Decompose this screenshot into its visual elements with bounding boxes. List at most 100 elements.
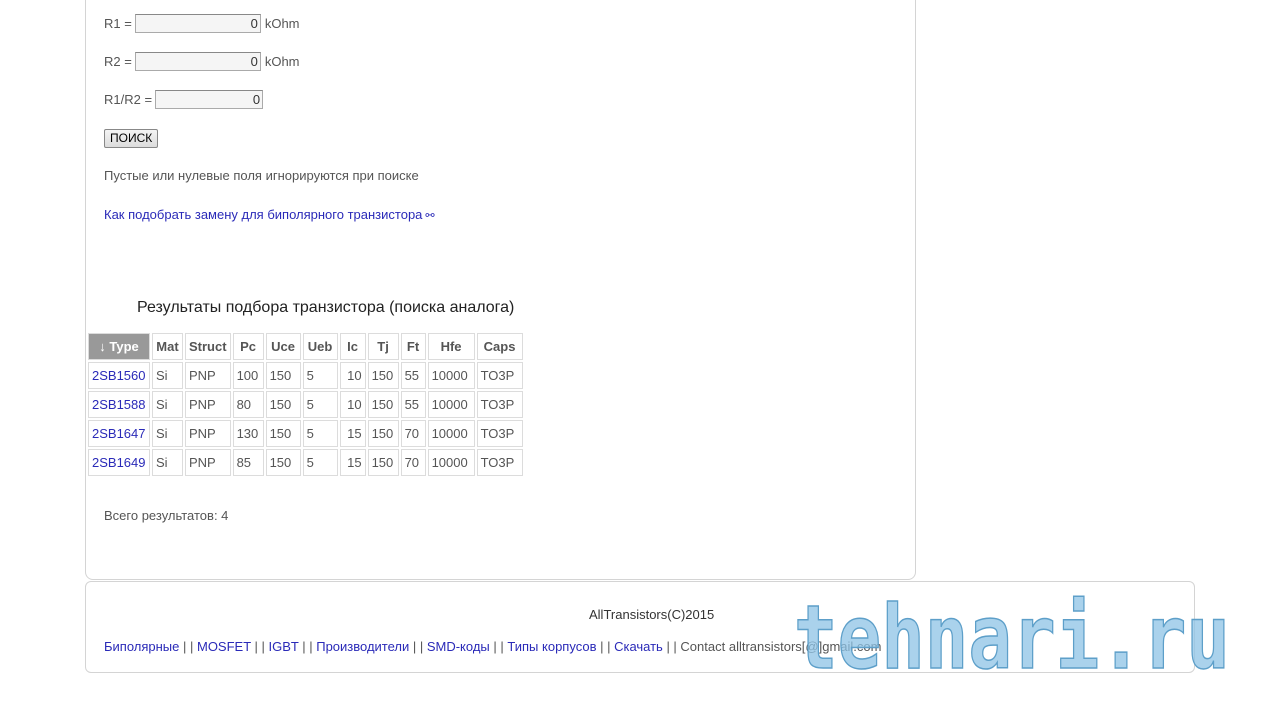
- col-header-pc[interactable]: Pc: [232, 333, 264, 360]
- r2-label: R2 =: [104, 53, 132, 69]
- table-row: 2SB1588 Si PNP 80 150 5 10 150 55 10000 …: [88, 391, 523, 418]
- cell-hfe: 10000: [427, 362, 475, 389]
- footer-link-package-types[interactable]: Типы корпусов: [507, 639, 596, 654]
- results-title: Результаты подбора транзистора (поиска а…: [137, 299, 515, 316]
- link-icon: ⚯: [425, 210, 435, 222]
- footer-separator: | |: [179, 639, 197, 654]
- cell-hfe: 10000: [427, 420, 475, 447]
- r1-row: R1 = kOhm: [104, 13, 300, 33]
- transistor-link[interactable]: 2SB1649: [92, 455, 146, 470]
- cell-struct: PNP: [185, 362, 231, 389]
- transistor-link[interactable]: 2SB1647: [92, 426, 146, 441]
- cell-tj: 150: [367, 449, 399, 476]
- r2-row: R2 = kOhm: [104, 51, 300, 71]
- cell-uce: 150: [265, 449, 301, 476]
- footer-separator: | |: [662, 639, 681, 654]
- cell-ic: 15: [339, 449, 366, 476]
- cell-mat: Si: [152, 420, 183, 447]
- footer-link-mosfet[interactable]: MOSFET: [197, 639, 251, 654]
- cell-mat: Si: [152, 449, 183, 476]
- cell-type[interactable]: 2SB1649: [88, 449, 150, 476]
- transistor-link[interactable]: 2SB1560: [92, 368, 146, 383]
- cell-caps: TO3P: [476, 362, 523, 389]
- footer-separator: | |: [298, 639, 317, 654]
- cell-uce: 150: [265, 391, 301, 418]
- col-header-ueb[interactable]: Ueb: [302, 333, 338, 360]
- cell-mat: Si: [152, 362, 183, 389]
- howto-link-text: Как подобрать замену для биполярного тра…: [104, 207, 423, 222]
- footer-separator: | |: [489, 639, 508, 654]
- cell-type[interactable]: 2SB1560: [88, 362, 150, 389]
- cell-mat: Si: [152, 391, 183, 418]
- table-row: 2SB1649 Si PNP 85 150 5 15 150 70 10000 …: [88, 449, 523, 476]
- cell-ic: 15: [339, 420, 366, 447]
- cell-type[interactable]: 2SB1647: [88, 420, 150, 447]
- footer-nav: Биполярные | | MOSFET | | IGBT | | Произ…: [104, 639, 881, 654]
- copyright: AllTransistors(C)2015: [589, 607, 715, 622]
- col-header-type[interactable]: ↓ Type: [88, 333, 150, 360]
- col-header-ft[interactable]: Ft: [400, 333, 426, 360]
- cell-caps: TO3P: [476, 420, 523, 447]
- search-button[interactable]: ПОИСК: [104, 129, 159, 148]
- cell-pc: 100: [232, 362, 264, 389]
- cell-pc: 85: [232, 449, 264, 476]
- table-row: 2SB1560 Si PNP 100 150 5 10 150 55 10000…: [88, 362, 523, 389]
- footer-link-smd-codes[interactable]: SMD-коды: [427, 639, 490, 654]
- col-header-hfe[interactable]: Hfe: [427, 333, 475, 360]
- r2-input[interactable]: [134, 51, 261, 71]
- cell-hfe: 10000: [427, 449, 475, 476]
- footer-separator: | |: [250, 639, 269, 654]
- cell-uce: 150: [265, 362, 301, 389]
- r1-input[interactable]: [134, 13, 261, 33]
- ratio-input[interactable]: [155, 89, 264, 109]
- cell-ueb: 5: [302, 391, 338, 418]
- col-header-ic[interactable]: Ic: [339, 333, 366, 360]
- col-header-caps[interactable]: Caps: [476, 333, 523, 360]
- col-header-uce[interactable]: Uce: [265, 333, 301, 360]
- watermark-text: tehnari.ru: [794, 592, 1230, 678]
- cell-pc: 80: [232, 391, 264, 418]
- footer-link-manufacturers[interactable]: Производители: [316, 639, 409, 654]
- cell-ueb: 5: [302, 362, 338, 389]
- cell-ft: 70: [400, 420, 426, 447]
- cell-ueb: 5: [302, 420, 338, 447]
- footer-link-bipolar[interactable]: Биполярные: [104, 639, 179, 654]
- transistor-link[interactable]: 2SB1588: [92, 397, 146, 412]
- cell-struct: PNP: [185, 391, 231, 418]
- r1-unit: kOhm: [264, 15, 300, 31]
- howto-link[interactable]: Как подобрать замену для биполярного тра…: [104, 207, 435, 222]
- cell-uce: 150: [265, 420, 301, 447]
- cell-caps: TO3P: [476, 391, 523, 418]
- col-header-struct[interactable]: Struct: [185, 333, 231, 360]
- col-header-tj[interactable]: Tj: [367, 333, 399, 360]
- r2-unit: kOhm: [264, 53, 300, 69]
- cell-tj: 150: [367, 391, 399, 418]
- results-table: ↓ Type Mat Struct Pc Uce Ueb Ic Tj Ft Hf…: [86, 331, 525, 478]
- cell-type[interactable]: 2SB1588: [88, 391, 150, 418]
- cell-ic: 10: [339, 362, 366, 389]
- cell-pc: 130: [232, 420, 264, 447]
- cell-tj: 150: [367, 362, 399, 389]
- ratio-label: R1/R2 =: [104, 91, 153, 107]
- cell-ft: 70: [400, 449, 426, 476]
- footer-separator: | |: [596, 639, 615, 654]
- cell-ic: 10: [339, 391, 366, 418]
- cell-tj: 150: [367, 420, 399, 447]
- cell-hfe: 10000: [427, 391, 475, 418]
- cell-struct: PNP: [185, 449, 231, 476]
- cell-caps: TO3P: [476, 449, 523, 476]
- ratio-row: R1/R2 =: [104, 89, 264, 109]
- col-header-mat[interactable]: Mat: [152, 333, 183, 360]
- table-row: 2SB1647 Si PNP 130 150 5 15 150 70 10000…: [88, 420, 523, 447]
- cell-ft: 55: [400, 391, 426, 418]
- footer-separator: | |: [409, 639, 427, 654]
- footer-link-download[interactable]: Скачать: [614, 639, 663, 654]
- empty-fields-note: Пустые или нулевые поля игнорируются при…: [104, 168, 419, 183]
- r1-label: R1 =: [104, 15, 132, 31]
- footer-link-igbt[interactable]: IGBT: [269, 639, 299, 654]
- cell-struct: PNP: [185, 420, 231, 447]
- main-panel: [85, 0, 916, 580]
- results-header-row: ↓ Type Mat Struct Pc Uce Ueb Ic Tj Ft Hf…: [88, 333, 523, 360]
- cell-ft: 55: [400, 362, 426, 389]
- watermark-logo: tehnari.ru: [793, 592, 1231, 678]
